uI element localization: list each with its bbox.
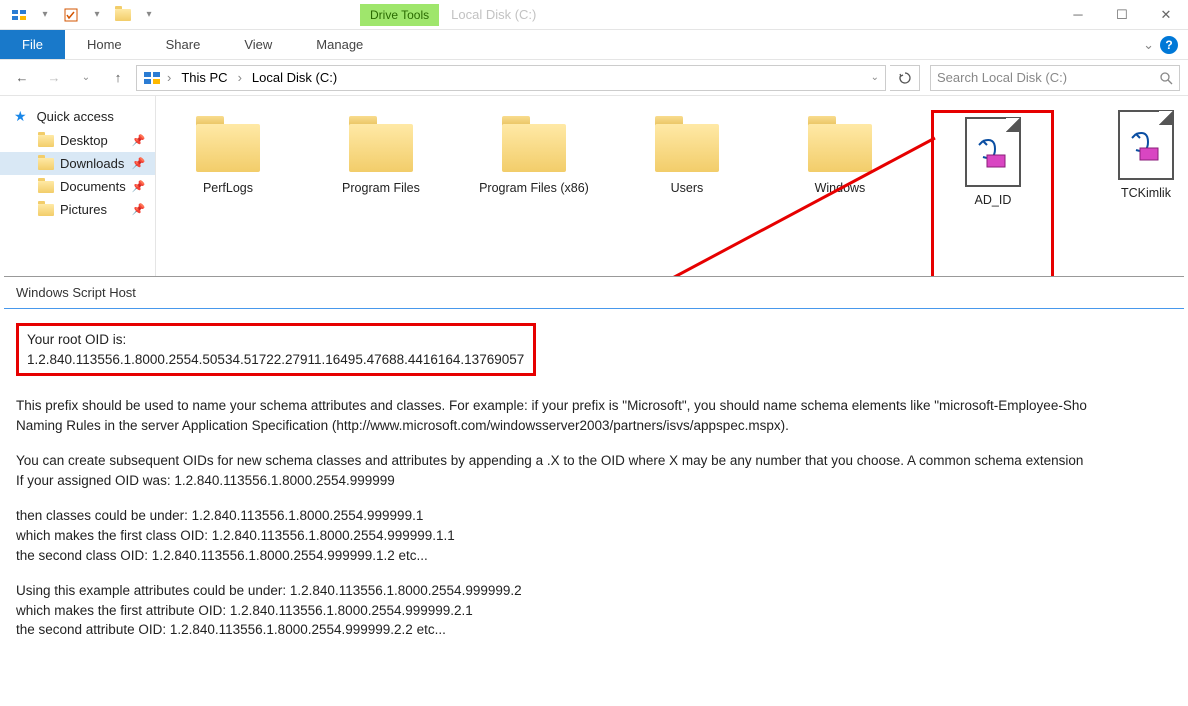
folder-icon	[341, 110, 421, 175]
item-label: Program Files	[319, 181, 442, 196]
properties-icon[interactable]	[60, 4, 82, 26]
script-file-icon	[965, 117, 1021, 187]
item-label: Users	[625, 181, 748, 196]
item-label: AD_ID	[938, 193, 1047, 208]
items-view[interactable]: PerfLogs Program Files Program Files (x8…	[156, 96, 1188, 296]
script-host-dialog: Windows Script Host Your root OID is: 1.…	[4, 276, 1184, 702]
pin-icon: 📌	[132, 134, 146, 147]
forward-button[interactable]: →	[40, 64, 68, 92]
folder-users[interactable]: Users	[625, 110, 748, 282]
item-label: TCKimlik	[1084, 186, 1188, 201]
search-icon	[1159, 71, 1173, 85]
explorer-content: ★ Quick access Desktop 📌 Downloads 📌 Doc…	[0, 96, 1188, 296]
sidebar-item-label: Downloads	[60, 156, 124, 171]
drive-tools-tab[interactable]: Drive Tools	[360, 4, 439, 26]
ribbon-collapse-icon[interactable]: ⌄	[1143, 37, 1154, 53]
item-label: Windows	[778, 181, 901, 196]
dialog-paragraph: You can create subsequent OIDs for new s…	[16, 451, 1172, 490]
script-file-icon	[1118, 110, 1174, 180]
file-tckimlik[interactable]: TCKimlik	[1084, 110, 1188, 282]
maximize-button[interactable]: ☐	[1100, 0, 1144, 30]
folder-icon	[38, 158, 54, 170]
oid-value: 1.2.840.113556.1.8000.2554.50534.51722.2…	[27, 350, 525, 370]
sidebar-quick-access[interactable]: ★ Quick access	[0, 104, 155, 129]
window-controls: ─ ☐ ✕	[1056, 0, 1188, 30]
dialog-paragraph: then classes could be under: 1.2.840.113…	[16, 506, 1172, 565]
new-folder-icon[interactable]	[112, 4, 134, 26]
oid-highlight-box: Your root OID is: 1.2.840.113556.1.8000.…	[16, 323, 536, 376]
qat-dropdown2-icon[interactable]: ▾	[86, 4, 108, 26]
close-button[interactable]: ✕	[1144, 0, 1188, 30]
ribbon: File Home Share View Manage ⌄ ?	[0, 30, 1188, 60]
pin-icon: 📌	[132, 180, 146, 193]
folder-icon	[38, 181, 54, 193]
window-title: Local Disk (C:)	[451, 7, 536, 22]
up-button[interactable]: ↑	[104, 64, 132, 92]
minimize-button[interactable]: ─	[1056, 0, 1100, 30]
explorer-icon[interactable]	[8, 4, 30, 26]
folder-icon	[800, 110, 880, 175]
sidebar-pictures[interactable]: Pictures 📌	[0, 198, 155, 221]
search-placeholder: Search Local Disk (C:)	[937, 70, 1159, 85]
navigation-bar: ← → ⌄ ↑ › This PC › Local Disk (C:) ⌄ Se…	[0, 60, 1188, 96]
titlebar: ▾ ▾ ▾ Drive Tools Local Disk (C:) ─ ☐ ✕	[0, 0, 1188, 30]
sidebar-item-label: Quick access	[37, 109, 114, 124]
folder-icon	[38, 204, 54, 216]
qat-dropdown-icon[interactable]: ▾	[34, 4, 56, 26]
item-label: PerfLogs	[166, 181, 289, 196]
folder-icon	[647, 110, 727, 175]
quick-access-toolbar: ▾ ▾ ▾	[8, 4, 160, 26]
recent-dropdown-icon[interactable]: ⌄	[72, 64, 100, 92]
pc-icon	[143, 71, 161, 85]
folder-icon	[494, 110, 574, 175]
view-tab[interactable]: View	[222, 30, 294, 59]
sidebar-documents[interactable]: Documents 📌	[0, 175, 155, 198]
address-dropdown-icon[interactable]: ⌄	[871, 72, 879, 83]
breadcrumb-local-disk[interactable]: Local Disk (C:)	[248, 70, 341, 85]
sidebar-downloads[interactable]: Downloads 📌	[0, 152, 155, 175]
file-tab[interactable]: File	[0, 30, 65, 59]
sidebar-item-label: Pictures	[60, 202, 107, 217]
file-ad-id[interactable]: AD_ID	[931, 110, 1054, 282]
address-bar[interactable]: › This PC › Local Disk (C:) ⌄	[136, 65, 886, 91]
sidebar-desktop[interactable]: Desktop 📌	[0, 129, 155, 152]
share-tab[interactable]: Share	[144, 30, 223, 59]
folder-program-files[interactable]: Program Files	[319, 110, 442, 282]
folder-perflogs[interactable]: PerfLogs	[166, 110, 289, 282]
item-label: Program Files (x86)	[472, 181, 595, 196]
pin-icon: 📌	[132, 157, 146, 170]
pin-icon: 📌	[132, 203, 146, 216]
breadcrumb-this-pc[interactable]: This PC	[177, 70, 231, 85]
folder-icon	[38, 135, 54, 147]
sidebar-item-label: Documents	[60, 179, 126, 194]
back-button[interactable]: ←	[8, 64, 36, 92]
breadcrumb-sep-icon[interactable]: ›	[167, 70, 171, 85]
dialog-title: Windows Script Host	[4, 277, 1184, 308]
folder-icon	[188, 110, 268, 175]
breadcrumb-sep-icon[interactable]: ›	[238, 70, 242, 85]
folder-program-files-x86[interactable]: Program Files (x86)	[472, 110, 595, 282]
folder-windows[interactable]: Windows	[778, 110, 901, 282]
help-icon[interactable]: ?	[1160, 36, 1178, 54]
dialog-paragraph: Using this example attributes could be u…	[16, 581, 1172, 640]
oid-label: Your root OID is:	[27, 330, 525, 350]
navigation-pane: ★ Quick access Desktop 📌 Downloads 📌 Doc…	[0, 96, 156, 296]
manage-tab[interactable]: Manage	[294, 30, 385, 59]
search-input[interactable]: Search Local Disk (C:)	[930, 65, 1180, 91]
qat-overflow-icon[interactable]: ▾	[138, 4, 160, 26]
sidebar-item-label: Desktop	[60, 133, 108, 148]
star-icon: ★	[14, 108, 27, 125]
home-tab[interactable]: Home	[65, 30, 144, 59]
refresh-button[interactable]	[890, 65, 920, 91]
dialog-paragraph: This prefix should be used to name your …	[16, 396, 1172, 435]
